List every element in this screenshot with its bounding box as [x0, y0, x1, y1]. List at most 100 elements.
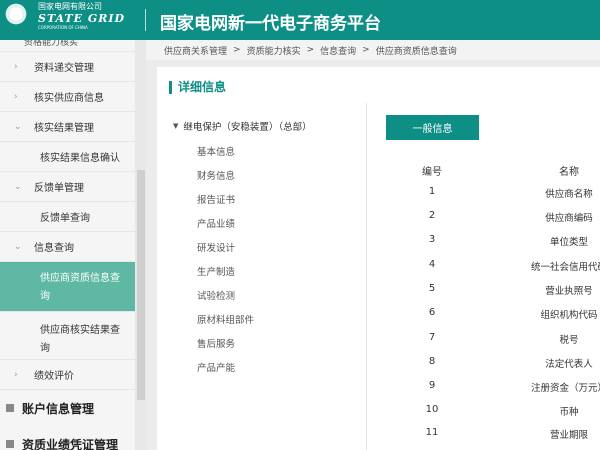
breadcrumb-separator: > — [233, 45, 241, 55]
breadcrumb-item[interactable]: 信息查询 — [320, 44, 356, 57]
sidebar-item-label: 核实供应商信息 — [34, 93, 104, 104]
sidebar-item-verify-result-query[interactable]: 供应商核实结果查询 — [0, 312, 135, 360]
sidebar-item-performance[interactable]: › 绩效评价 — [0, 360, 135, 390]
row-name: 单位类型 — [549, 237, 588, 248]
row-number: 3 — [428, 234, 436, 245]
row-name: 营业执照号 — [545, 286, 593, 297]
sidebar-item-label: 反馈单管理 — [34, 183, 84, 194]
row-number: 2 — [428, 210, 436, 221]
general-info-panel: 一般信息 编号 名称 1 供应商名称 2 供应商编码 3 单位类型 4 统一社会… — [369, 103, 600, 450]
sidebar-item-label: 信息查询 — [34, 243, 74, 254]
caret-down-icon: ▼ — [173, 122, 179, 130]
row-name: 统一社会信用代码 — [530, 262, 600, 273]
table-row: 1 供应商名称 — [369, 186, 600, 206]
breadcrumb-separator: > — [362, 45, 370, 55]
sidebar-item-label: 核实结果管理 — [34, 123, 94, 134]
breadcrumb-item[interactable]: 资质能力核实 — [247, 44, 301, 57]
logo-en: STATE GRID — [38, 12, 126, 25]
sidebar-item-verify-supplier[interactable]: › 核实供应商信息 — [0, 82, 135, 112]
tree-node[interactable]: 财务信息 — [197, 168, 235, 182]
table-row: 5 营业执照号 — [369, 283, 600, 303]
sidebar-item-label: 绩效评价 — [34, 371, 74, 382]
row-number: 8 — [428, 356, 436, 367]
tree-node[interactable]: 报告证书 — [197, 192, 235, 206]
tree-node[interactable]: 产品业绩 — [197, 216, 235, 230]
row-number: 10 — [425, 404, 439, 415]
column-header-name: 名称 — [559, 167, 579, 178]
row-number: 4 — [428, 259, 436, 270]
sidebar-item-docs-submit[interactable]: › 资料递交管理 — [0, 52, 135, 82]
header-divider — [145, 9, 146, 31]
row-name: 注册资金（万元） — [530, 383, 600, 394]
app-header: 国家电网有限公司 STATE GRID CORPORATION OF CHINA… — [0, 0, 600, 40]
row-number: 9 — [428, 380, 436, 391]
row-number: 7 — [428, 332, 436, 343]
tree-node[interactable]: 产品产能 — [197, 360, 235, 374]
sidebar-item-feedback-query[interactable]: 反馈单查询 — [0, 202, 135, 232]
chevron-down-icon: ⌄ — [14, 181, 22, 192]
chevron-right-icon: › — [14, 369, 18, 380]
tree-root-label: 继电保护（安稳装置）（总部） — [183, 122, 312, 133]
row-name: 供应商编码 — [545, 213, 593, 224]
table-row: 6 组织机构代码 — [369, 307, 600, 327]
chevron-right-icon: › — [14, 91, 18, 102]
sidebar-group-credentials[interactable]: 资质业绩凭证管理 — [0, 426, 135, 450]
sidebar-item-info-query[interactable]: ⌄ 信息查询 — [0, 232, 135, 262]
logo-sub: CORPORATION OF CHINA — [38, 25, 88, 30]
row-name: 税号 — [559, 335, 579, 346]
tree-node[interactable]: 研发设计 — [197, 240, 235, 254]
square-bullet-icon — [6, 440, 14, 448]
logo-cn: 国家电网有限公司 — [38, 2, 102, 11]
detail-panel: 详细信息 ▼ 继电保护（安稳装置）（总部） 基本信息 财务信息 报告证书 产品业… — [157, 67, 600, 450]
sidebar-item-result-confirm[interactable]: 核实结果信息确认 — [0, 142, 135, 172]
chevron-down-icon: ⌄ — [14, 121, 22, 132]
row-number: 5 — [428, 283, 436, 294]
row-number: 11 — [425, 427, 439, 438]
sidebar: 资格能力核实 › 资料递交管理 › 核实供应商信息 ⌄ 核实结果管理 核实结果信… — [0, 40, 135, 450]
sidebar-item-feedback[interactable]: ⌄ 反馈单管理 — [0, 172, 135, 202]
tree-node[interactable]: 售后服务 — [197, 336, 235, 350]
table-row: 4 统一社会信用代码 — [369, 259, 600, 279]
state-grid-logo-icon — [4, 2, 34, 32]
row-name: 法定代表人 — [545, 359, 593, 370]
row-number: 6 — [428, 307, 436, 318]
chevron-right-icon: › — [14, 61, 18, 72]
breadcrumb-item[interactable]: 供应商关系管理 — [164, 44, 227, 57]
tree-root[interactable]: ▼ 继电保护（安稳装置）（总部） — [173, 119, 312, 133]
sidebar-group-label: 资质业绩凭证管理 — [22, 437, 119, 450]
sidebar-group-label: 账户信息管理 — [22, 401, 95, 416]
row-number: 1 — [428, 186, 436, 197]
square-bullet-icon — [6, 404, 14, 412]
sidebar-item-partial[interactable]: 资格能力核实 — [0, 40, 135, 52]
row-name: 组织机构代码 — [540, 310, 598, 321]
breadcrumb: 供应商关系管理 > 资质能力核实 > 信息查询 > 供应商资质信息查询 — [146, 40, 600, 60]
tab-general-info[interactable]: 一般信息 — [386, 115, 479, 140]
sidebar-item-verify-result[interactable]: ⌄ 核实结果管理 — [0, 112, 135, 142]
table-row: 2 供应商编码 — [369, 210, 600, 230]
sidebar-item-label: 资料递交管理 — [34, 63, 94, 74]
chevron-down-icon: ⌄ — [14, 241, 22, 252]
sidebar-group-account[interactable]: 账户信息管理 — [0, 390, 135, 426]
panel-title: 详细信息 — [169, 81, 226, 94]
breadcrumb-item-current: 供应商资质信息查询 — [375, 46, 457, 57]
breadcrumb-separator: > — [306, 45, 315, 55]
logo-text: 国家电网有限公司 STATE GRID CORPORATION OF CHINA — [38, 3, 125, 30]
sidebar-scroll-thumb[interactable] — [137, 170, 145, 400]
table-row: 10 币种 — [369, 404, 600, 424]
sidebar-item-supplier-qual-query[interactable]: 供应商资质信息查询 — [0, 262, 135, 312]
column-header-number: 编号 — [422, 167, 442, 178]
table-row: 8 法定代表人 — [369, 356, 600, 376]
table-row: 3 单位类型 — [369, 234, 600, 254]
row-name: 营业期限 — [549, 430, 588, 441]
tree-node[interactable]: 生产制造 — [197, 264, 235, 278]
category-tree: ▼ 继电保护（安稳装置）（总部） 基本信息 财务信息 报告证书 产品业绩 研发设… — [157, 103, 367, 450]
tree-node[interactable]: 试验检测 — [197, 288, 235, 302]
row-name: 供应商名称 — [545, 189, 593, 200]
table-row: 11 营业期限 — [369, 427, 600, 447]
tree-node[interactable]: 基本信息 — [197, 144, 235, 158]
table-row: 7 税号 — [369, 332, 600, 352]
tree-node[interactable]: 原材料组部件 — [197, 312, 254, 326]
row-name: 币种 — [559, 407, 579, 418]
platform-title: 国家电网新一代电子商务平台 — [160, 14, 381, 34]
table-row: 9 注册资金（万元） — [369, 380, 600, 400]
